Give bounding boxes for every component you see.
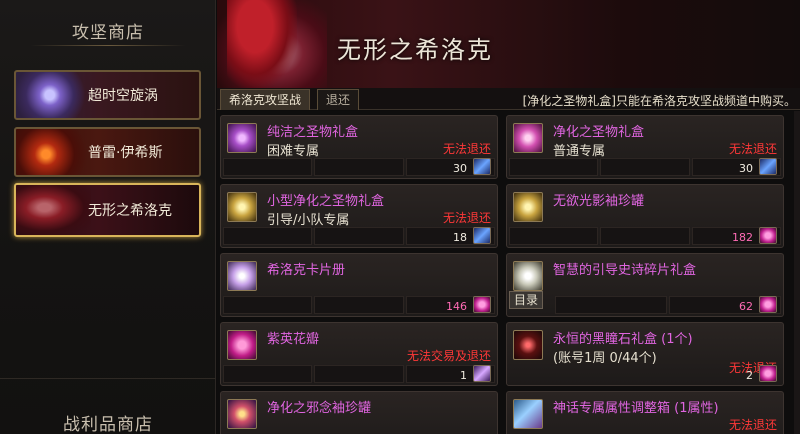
raid-label: 超时空旋涡: [88, 88, 158, 104]
feather-icon: [473, 158, 491, 175]
item-restriction: 无法交易及退还: [406, 349, 491, 363]
item-name: 无欲光影袖珍罐: [553, 194, 645, 209]
small-relic-box-icon: [227, 192, 257, 222]
item-subtext: 困难专属: [267, 144, 320, 159]
portrait-hair: [227, 0, 297, 88]
item-name: 永恒的黑瞳石礼盒 (1个): [553, 332, 693, 347]
boss-header: 无形之希洛克: [217, 0, 800, 88]
sidebar-title: 攻坚商店: [72, 23, 144, 43]
epic-shard-box-icon: [513, 261, 543, 291]
raid-label: 无形之希洛克: [88, 203, 172, 219]
petal-icon: [759, 365, 777, 382]
shop-item[interactable]: 永恒的黑瞳石礼盒 (1个) (账号1周 0/44个) 无法退还 2: [506, 322, 784, 386]
purified-relic-box-icon: [513, 123, 543, 153]
item-price: 1: [460, 369, 467, 382]
item-restriction: 无法退还: [728, 418, 777, 432]
card-album-icon: [227, 261, 257, 291]
loot-shop-title[interactable]: 战利品商店: [0, 410, 216, 434]
shop-item[interactable]: 神话专属属性调整箱 (1属性) 无法退还: [506, 391, 784, 434]
shop-item[interactable]: 无欲光影袖珍罐 182: [506, 184, 784, 248]
price-bar: [223, 365, 495, 383]
black-pupil-stone-box-icon: [513, 330, 543, 360]
time-vortex-art-icon: [16, 72, 91, 118]
item-restriction: 无法退还: [728, 142, 777, 156]
evil-thought-jar-icon: [227, 399, 257, 429]
petal-icon: [759, 227, 777, 244]
shop-item[interactable]: 小型净化之圣物礼盒 引导/小队专属 无法退还 18: [220, 184, 498, 248]
feather-icon: [759, 158, 777, 175]
shop-item[interactable]: 净化之圣物礼盒 普通专属 无法退还 30: [506, 115, 784, 179]
feather-icon: [473, 227, 491, 244]
petal-icon: [759, 296, 777, 313]
sidebar-divider: [0, 378, 216, 379]
item-name: 纯洁之圣物礼盒: [267, 125, 359, 140]
shop-item[interactable]: 智慧的引导史诗碎片礼盒 目录 62: [506, 253, 784, 317]
item-restriction: 无法退还: [442, 142, 491, 156]
item-subtext: 普通专属: [553, 144, 606, 159]
purple-petal-icon: [227, 330, 257, 360]
shop-item-grid: 纯洁之圣物礼盒 困难专属 无法退还 30 净化之圣物礼盒 普通专属 无法退还 3…: [217, 111, 800, 434]
purchase-notice: [净化之圣物礼盒]只能在希洛克攻坚战频道中购买。: [522, 94, 796, 108]
pure-relic-box-icon: [227, 123, 257, 153]
raid-item-prey-isys[interactable]: 普雷·伊希斯: [14, 127, 201, 177]
light-shadow-jar-icon: [513, 192, 543, 222]
item-name: 神话专属属性调整箱 (1属性): [553, 401, 719, 416]
item-price: 30: [739, 162, 753, 175]
tab-sirocco-raid[interactable]: 希洛克攻坚战: [220, 89, 311, 110]
shop-item[interactable]: 紫英花瓣 无法交易及退还 1: [220, 322, 498, 386]
item-price: 182: [732, 231, 753, 244]
item-name: 智慧的引导史诗碎片礼盒: [553, 263, 697, 278]
item-subtext: 引导/小队专属: [267, 213, 350, 228]
petal-icon: [473, 296, 491, 313]
shop-item[interactable]: 净化之邪念袖珍罐: [220, 391, 498, 434]
raid-item-time-vortex[interactable]: 超时空旋涡: [14, 70, 201, 120]
raid-sidebar: 攻坚商店 超时空旋涡 普雷·伊希斯 无形之希洛克 战利品商店: [0, 0, 216, 434]
tab-refund[interactable]: 退还: [317, 89, 360, 110]
item-price: 30: [453, 162, 467, 175]
item-name: 净化之圣物礼盒: [553, 125, 645, 140]
raid-item-sirocco[interactable]: 无形之希洛克: [14, 183, 201, 237]
item-restriction: 无法退还: [442, 211, 491, 225]
item-price: 18: [453, 231, 467, 244]
item-name: 紫英花瓣: [267, 332, 320, 347]
item-name: 净化之邪念袖珍罐: [267, 401, 372, 416]
shop-item[interactable]: 纯洁之圣物礼盒 困难专属 无法退还 30: [220, 115, 498, 179]
item-name: 小型净化之圣物礼盒: [267, 194, 385, 209]
scrollbar[interactable]: [794, 111, 800, 434]
shop-item[interactable]: 希洛克卡片册 146: [220, 253, 498, 317]
item-name: 希洛克卡片册: [267, 263, 346, 278]
boss-portrait-icon: [217, 0, 327, 88]
attribute-adjust-box-icon: [513, 399, 543, 429]
prey-isys-art-icon: [16, 129, 91, 175]
raid-label: 普雷·伊希斯: [88, 145, 163, 161]
title-divider: [30, 45, 186, 46]
quill-icon: [473, 365, 491, 382]
item-price: 2: [746, 369, 753, 382]
catalog-badge[interactable]: 目录: [509, 291, 544, 309]
item-price: 146: [446, 300, 467, 313]
tab-row: 希洛克攻坚战 退还 [净化之圣物礼盒]只能在希洛克攻坚战频道中购买。: [217, 88, 800, 110]
boss-name: 无形之希洛克: [337, 36, 493, 64]
item-subtext: (账号1周 0/44个): [553, 351, 657, 366]
item-price: 62: [739, 300, 753, 313]
sirocco-art-icon: [16, 185, 91, 235]
